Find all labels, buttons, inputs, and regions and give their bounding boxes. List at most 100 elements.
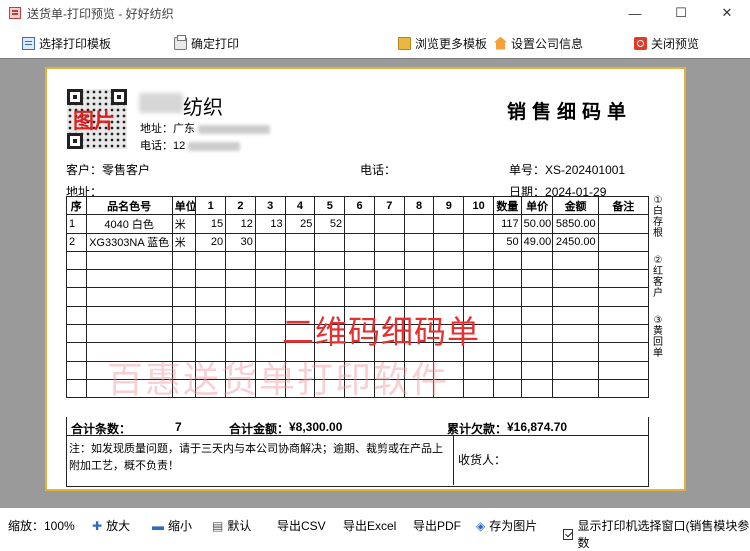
customer-field: 客户：零售客户 bbox=[66, 161, 150, 178]
table-cell bbox=[66, 324, 87, 344]
export-pdf-button[interactable]: 导出PDF bbox=[413, 517, 461, 534]
column-header: 备注 bbox=[597, 195, 650, 216]
address-value: 广东 bbox=[173, 123, 195, 135]
table-cell bbox=[520, 324, 554, 344]
table-cell bbox=[492, 378, 522, 399]
table-cell: 12 bbox=[225, 214, 256, 234]
company-settings-button[interactable]: 设置公司信息 bbox=[494, 33, 583, 53]
table-cell bbox=[597, 360, 650, 380]
table-cell bbox=[225, 324, 256, 344]
home-icon bbox=[494, 36, 507, 50]
close-button[interactable]: ✕ bbox=[704, 0, 750, 26]
export-excel-button[interactable]: 导出Excel bbox=[343, 517, 396, 534]
maximize-button[interactable]: ☐ bbox=[658, 0, 704, 26]
redacted-text bbox=[188, 141, 241, 151]
table-cell bbox=[373, 232, 405, 252]
template-icon bbox=[22, 36, 35, 50]
select-template-label: 选择打印模板 bbox=[39, 36, 112, 51]
phone-value: 12 bbox=[173, 140, 186, 152]
table-cell bbox=[463, 232, 494, 252]
toolbar: 选择打印模板 确定打印 浏览更多模板 设置公司信息 关闭预览 bbox=[0, 28, 750, 58]
table-cell bbox=[254, 250, 286, 271]
table-cell: 52 bbox=[314, 214, 346, 234]
table-cell bbox=[403, 269, 435, 289]
table-row: 1 4040 白色米 15 12 13 25 52 117 50.00 5850.00 bbox=[66, 214, 650, 234]
column-header: 9 bbox=[433, 195, 465, 216]
window-title: 送货单-打印预览 - 好好纺织 bbox=[27, 6, 174, 21]
copy-note-yellow: ③黄回单 bbox=[653, 315, 663, 359]
table-cell bbox=[463, 250, 494, 271]
confirm-print-button[interactable]: 确定打印 bbox=[174, 33, 239, 53]
software-watermark: 百惠送货单打印软件 bbox=[107, 360, 450, 401]
table-cell bbox=[552, 360, 599, 380]
table-cell bbox=[284, 232, 316, 252]
terms-note: 注：如发现质量问题，请于三天内与本公司协商解决；逾期、裁剪或在产品上附加工艺，概… bbox=[67, 436, 454, 485]
table-cell bbox=[225, 269, 256, 289]
close-preview-button[interactable]: 关闭预览 bbox=[634, 33, 699, 53]
table-cell: XG3303NA 蓝色 bbox=[85, 232, 173, 252]
table-cell bbox=[433, 214, 465, 234]
table-cell bbox=[85, 287, 173, 307]
table-cell bbox=[597, 287, 650, 307]
table-cell bbox=[463, 378, 494, 399]
default-zoom-button[interactable]: ▤ 默认 bbox=[212, 517, 251, 534]
debt-value: ¥16,874.70 bbox=[507, 420, 568, 434]
preview-area[interactable]: 图片 纺织 地址：广东 电话：12 销售细码单 客户：零售客户 电话： 单号：X… bbox=[0, 58, 750, 508]
table-cell bbox=[284, 269, 316, 289]
folder-icon bbox=[398, 36, 411, 50]
power-icon bbox=[634, 36, 647, 50]
table-cell bbox=[433, 287, 465, 307]
table-cell bbox=[492, 360, 522, 380]
table-cell: 30 bbox=[225, 232, 256, 252]
summary-block: 合计条数： 7 合计金额： ¥8,300.00 累计欠款： ¥16,874.70… bbox=[66, 417, 649, 487]
show-printer-dialog-checkbox[interactable]: 显示打印机选择窗口(销售模块参数 bbox=[563, 517, 750, 551]
table-cell bbox=[85, 305, 173, 326]
minimize-button[interactable]: — bbox=[612, 0, 658, 26]
image-icon: ◈ bbox=[476, 518, 486, 533]
table-cell: 117 bbox=[492, 214, 522, 234]
column-header: 单价 bbox=[520, 195, 554, 216]
table-cell bbox=[373, 214, 405, 234]
table-cell bbox=[403, 287, 435, 307]
table-cell bbox=[284, 287, 316, 307]
table-cell: 4040 白色 bbox=[85, 214, 173, 234]
table-cell bbox=[492, 342, 522, 362]
totals-row: 合计条数： 7 合计金额： ¥8,300.00 累计欠款： ¥16,874.70 bbox=[67, 417, 648, 436]
table-cell bbox=[552, 378, 599, 399]
zoom-in-button[interactable]: ✚ 放大 bbox=[92, 517, 130, 534]
table-cell bbox=[492, 305, 522, 326]
template-watermark: 二维码细码单 bbox=[282, 313, 481, 351]
select-template-button[interactable]: 选择打印模板 bbox=[22, 33, 111, 53]
save-image-button[interactable]: ◈ 存为图片 bbox=[476, 517, 537, 534]
export-csv-button[interactable]: 导出CSV bbox=[277, 517, 326, 534]
table-cell: 15 bbox=[195, 214, 227, 234]
browse-templates-button[interactable]: 浏览更多模板 bbox=[398, 33, 487, 53]
table-cell: 2 bbox=[66, 232, 87, 252]
title-bar: 送货单-打印预览 - 好好纺织 — ☐ ✕ bbox=[0, 0, 750, 26]
table-cell bbox=[433, 250, 465, 271]
table-cell bbox=[195, 269, 227, 289]
table-row-empty bbox=[66, 269, 650, 289]
table-cell bbox=[520, 287, 554, 307]
table-cell bbox=[463, 269, 494, 289]
table-row-empty bbox=[66, 287, 650, 307]
table-cell bbox=[66, 269, 87, 289]
zoom-out-button[interactable]: ▬ 缩小 bbox=[152, 517, 192, 534]
table-cell bbox=[225, 250, 256, 271]
table-cell: 米 bbox=[171, 214, 197, 234]
column-header: 5 bbox=[314, 195, 346, 216]
table-cell bbox=[66, 360, 87, 380]
qr-finder bbox=[67, 133, 83, 149]
save-image-label: 存为图片 bbox=[489, 519, 538, 533]
table-cell: 2450.00 bbox=[552, 232, 599, 252]
document-title: 销售细码单 bbox=[507, 101, 633, 123]
receiver-label: 收货人： bbox=[458, 453, 507, 467]
table-cell bbox=[597, 324, 650, 344]
table-cell bbox=[597, 232, 650, 252]
table-cell: 50.00 bbox=[520, 214, 554, 234]
table-cell bbox=[520, 305, 554, 326]
table-cell bbox=[171, 324, 197, 344]
minus-icon: ▬ bbox=[152, 518, 164, 533]
table-cell bbox=[520, 342, 554, 362]
page-icon: ▤ bbox=[212, 518, 224, 533]
